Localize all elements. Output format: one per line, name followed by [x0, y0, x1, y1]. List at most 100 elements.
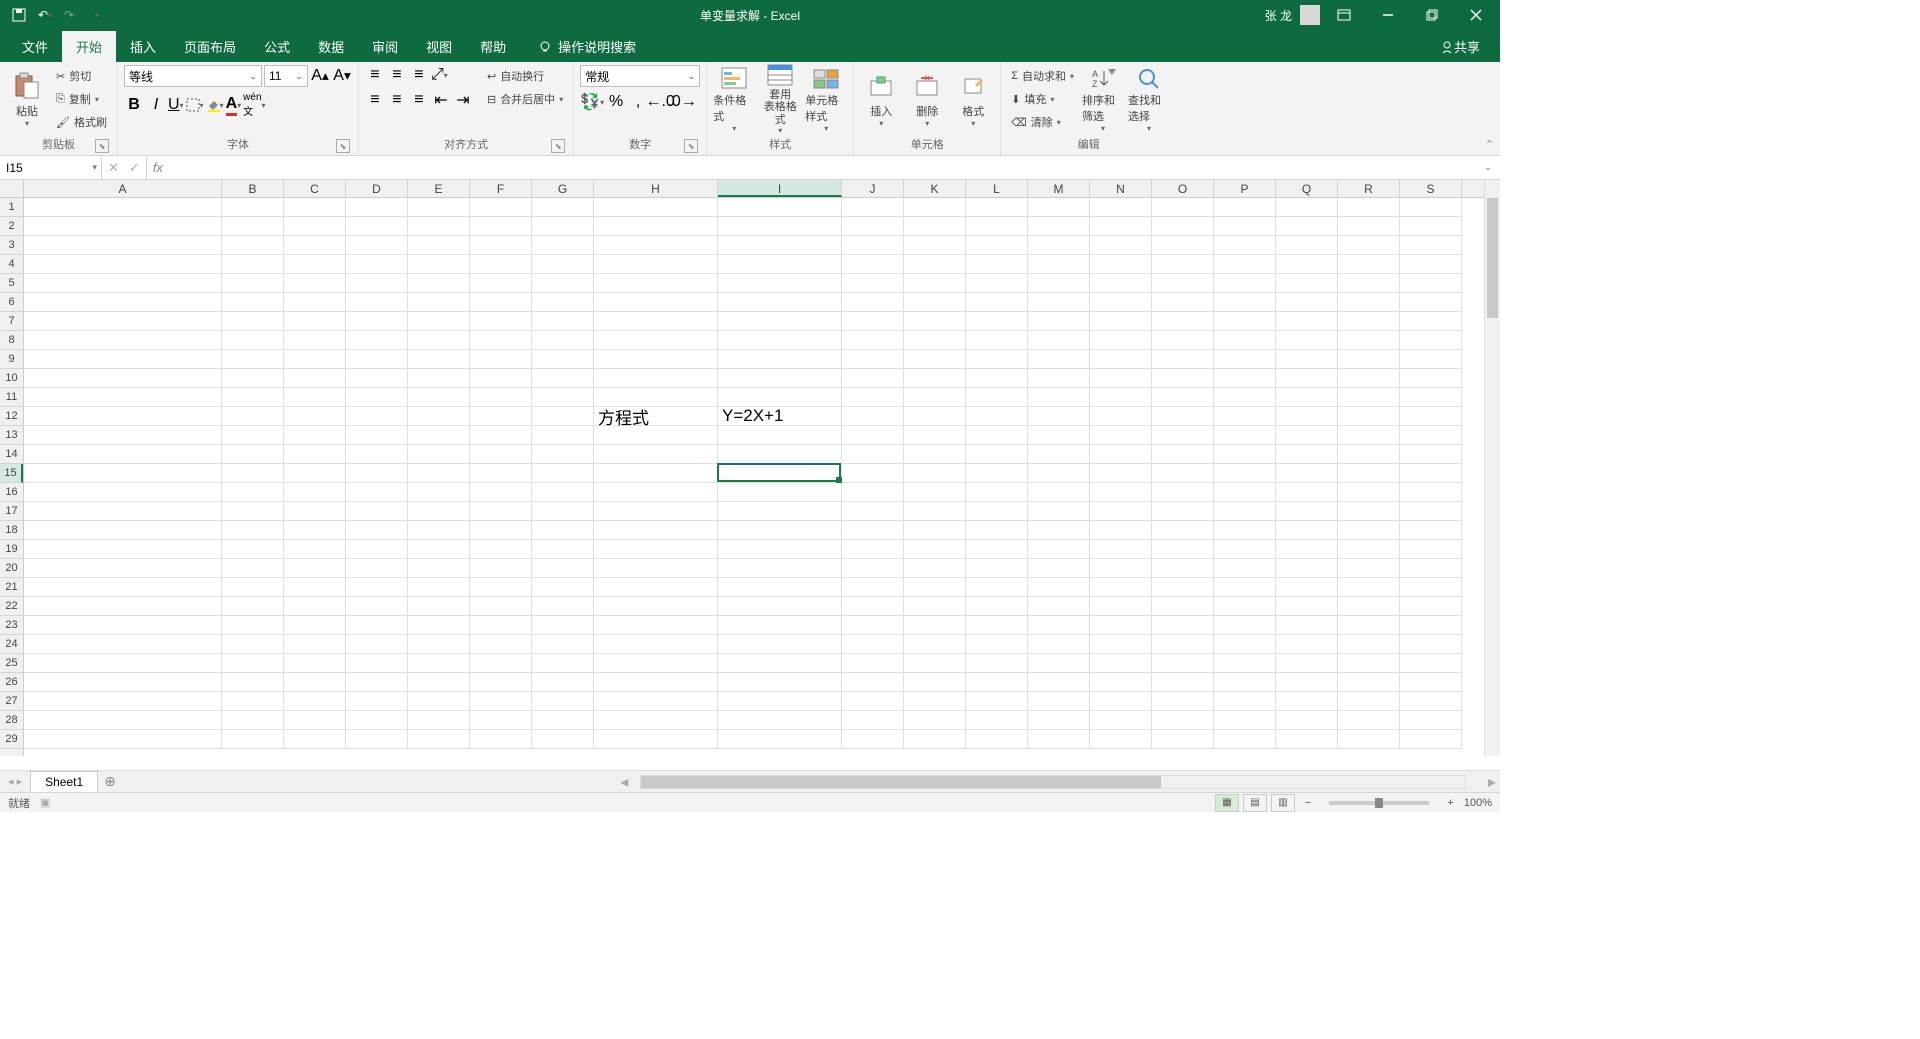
number-format-combo[interactable]: 常规⌄: [580, 65, 700, 87]
cell-Q16[interactable]: [1276, 483, 1338, 502]
cell-S19[interactable]: [1400, 540, 1462, 559]
cell-M23[interactable]: [1028, 616, 1090, 635]
row-header-20[interactable]: 20: [0, 559, 23, 578]
cell-I26[interactable]: [718, 673, 842, 692]
autosum-button[interactable]: Σ自动求和▾: [1007, 65, 1078, 87]
cell-D1[interactable]: [346, 198, 408, 217]
tab-data[interactable]: 数据: [304, 31, 358, 62]
col-header-P[interactable]: P: [1214, 180, 1276, 197]
cell-Q7[interactable]: [1276, 312, 1338, 331]
font-color-button[interactable]: A▾: [226, 95, 242, 116]
cell-F21[interactable]: [470, 578, 532, 597]
tell-me-search[interactable]: 操作说明搜索: [530, 31, 644, 62]
cell-R6[interactable]: [1338, 293, 1400, 312]
cell-G6[interactable]: [532, 293, 594, 312]
cell-A15[interactable]: [24, 464, 222, 483]
cell-B3[interactable]: [222, 236, 284, 255]
cell-J24[interactable]: [842, 635, 904, 654]
cell-M21[interactable]: [1028, 578, 1090, 597]
cell-H2[interactable]: [594, 217, 718, 236]
cell-I7[interactable]: [718, 312, 842, 331]
cell-D9[interactable]: [346, 350, 408, 369]
cell-E17[interactable]: [408, 502, 470, 521]
cell-L26[interactable]: [966, 673, 1028, 692]
cell-D29[interactable]: [346, 730, 408, 749]
cell-E3[interactable]: [408, 236, 470, 255]
cell-O17[interactable]: [1152, 502, 1214, 521]
macro-record-icon[interactable]: ▣: [40, 796, 50, 809]
cell-F25[interactable]: [470, 654, 532, 673]
cell-K19[interactable]: [904, 540, 966, 559]
cell-J23[interactable]: [842, 616, 904, 635]
clear-button[interactable]: ⌫清除▾: [1007, 111, 1078, 133]
cell-P29[interactable]: [1214, 730, 1276, 749]
cell-S29[interactable]: [1400, 730, 1462, 749]
conditional-format-button[interactable]: 条件格式▾: [713, 65, 755, 133]
col-header-Q[interactable]: Q: [1276, 180, 1338, 197]
cell-C11[interactable]: [284, 388, 346, 407]
cell-I21[interactable]: [718, 578, 842, 597]
zoom-slider-thumb[interactable]: [1375, 798, 1383, 808]
cell-J10[interactable]: [842, 369, 904, 388]
cell-L13[interactable]: [966, 426, 1028, 445]
cell-S25[interactable]: [1400, 654, 1462, 673]
col-header-N[interactable]: N: [1090, 180, 1152, 197]
cell-D8[interactable]: [346, 331, 408, 350]
col-header-R[interactable]: R: [1338, 180, 1400, 197]
ribbon-options-button[interactable]: [1324, 0, 1364, 30]
cell-K10[interactable]: [904, 369, 966, 388]
cell-L14[interactable]: [966, 445, 1028, 464]
format-painter-button[interactable]: 🖌格式刷: [52, 111, 111, 133]
cell-I14[interactable]: [718, 445, 842, 464]
cell-H19[interactable]: [594, 540, 718, 559]
cell-G23[interactable]: [532, 616, 594, 635]
cell-S14[interactable]: [1400, 445, 1462, 464]
cell-C9[interactable]: [284, 350, 346, 369]
cell-K24[interactable]: [904, 635, 966, 654]
cell-R17[interactable]: [1338, 502, 1400, 521]
cell-E29[interactable]: [408, 730, 470, 749]
cell-H24[interactable]: [594, 635, 718, 654]
cell-N9[interactable]: [1090, 350, 1152, 369]
cell-B7[interactable]: [222, 312, 284, 331]
cell-A17[interactable]: [24, 502, 222, 521]
cell-G21[interactable]: [532, 578, 594, 597]
cell-G26[interactable]: [532, 673, 594, 692]
cell-H10[interactable]: [594, 369, 718, 388]
cell-K8[interactable]: [904, 331, 966, 350]
cell-G19[interactable]: [532, 540, 594, 559]
cell-K7[interactable]: [904, 312, 966, 331]
cell-B15[interactable]: [222, 464, 284, 483]
cell-O14[interactable]: [1152, 445, 1214, 464]
cell-S17[interactable]: [1400, 502, 1462, 521]
cell-F1[interactable]: [470, 198, 532, 217]
cell-A6[interactable]: [24, 293, 222, 312]
cell-L24[interactable]: [966, 635, 1028, 654]
cell-R1[interactable]: [1338, 198, 1400, 217]
cell-O3[interactable]: [1152, 236, 1214, 255]
cell-D28[interactable]: [346, 711, 408, 730]
cell-I20[interactable]: [718, 559, 842, 578]
cell-J5[interactable]: [842, 274, 904, 293]
cell-J21[interactable]: [842, 578, 904, 597]
cell-D10[interactable]: [346, 369, 408, 388]
collapse-ribbon-button[interactable]: ⌃: [1485, 138, 1494, 151]
cell-D13[interactable]: [346, 426, 408, 445]
tab-scroll-left[interactable]: ◂: [620, 772, 628, 792]
cell-M4[interactable]: [1028, 255, 1090, 274]
cell-B13[interactable]: [222, 426, 284, 445]
cell-O5[interactable]: [1152, 274, 1214, 293]
grow-font-button[interactable]: A▴: [310, 66, 330, 86]
cell-N4[interactable]: [1090, 255, 1152, 274]
cell-O8[interactable]: [1152, 331, 1214, 350]
cell-H6[interactable]: [594, 293, 718, 312]
cell-B1[interactable]: [222, 198, 284, 217]
cell-A16[interactable]: [24, 483, 222, 502]
cell-Q4[interactable]: [1276, 255, 1338, 274]
cell-J27[interactable]: [842, 692, 904, 711]
cell-G15[interactable]: [532, 464, 594, 483]
cell-S21[interactable]: [1400, 578, 1462, 597]
cell-M19[interactable]: [1028, 540, 1090, 559]
merge-center-button[interactable]: ⊟合并后居中▾: [483, 88, 567, 110]
save-button[interactable]: [8, 4, 30, 26]
